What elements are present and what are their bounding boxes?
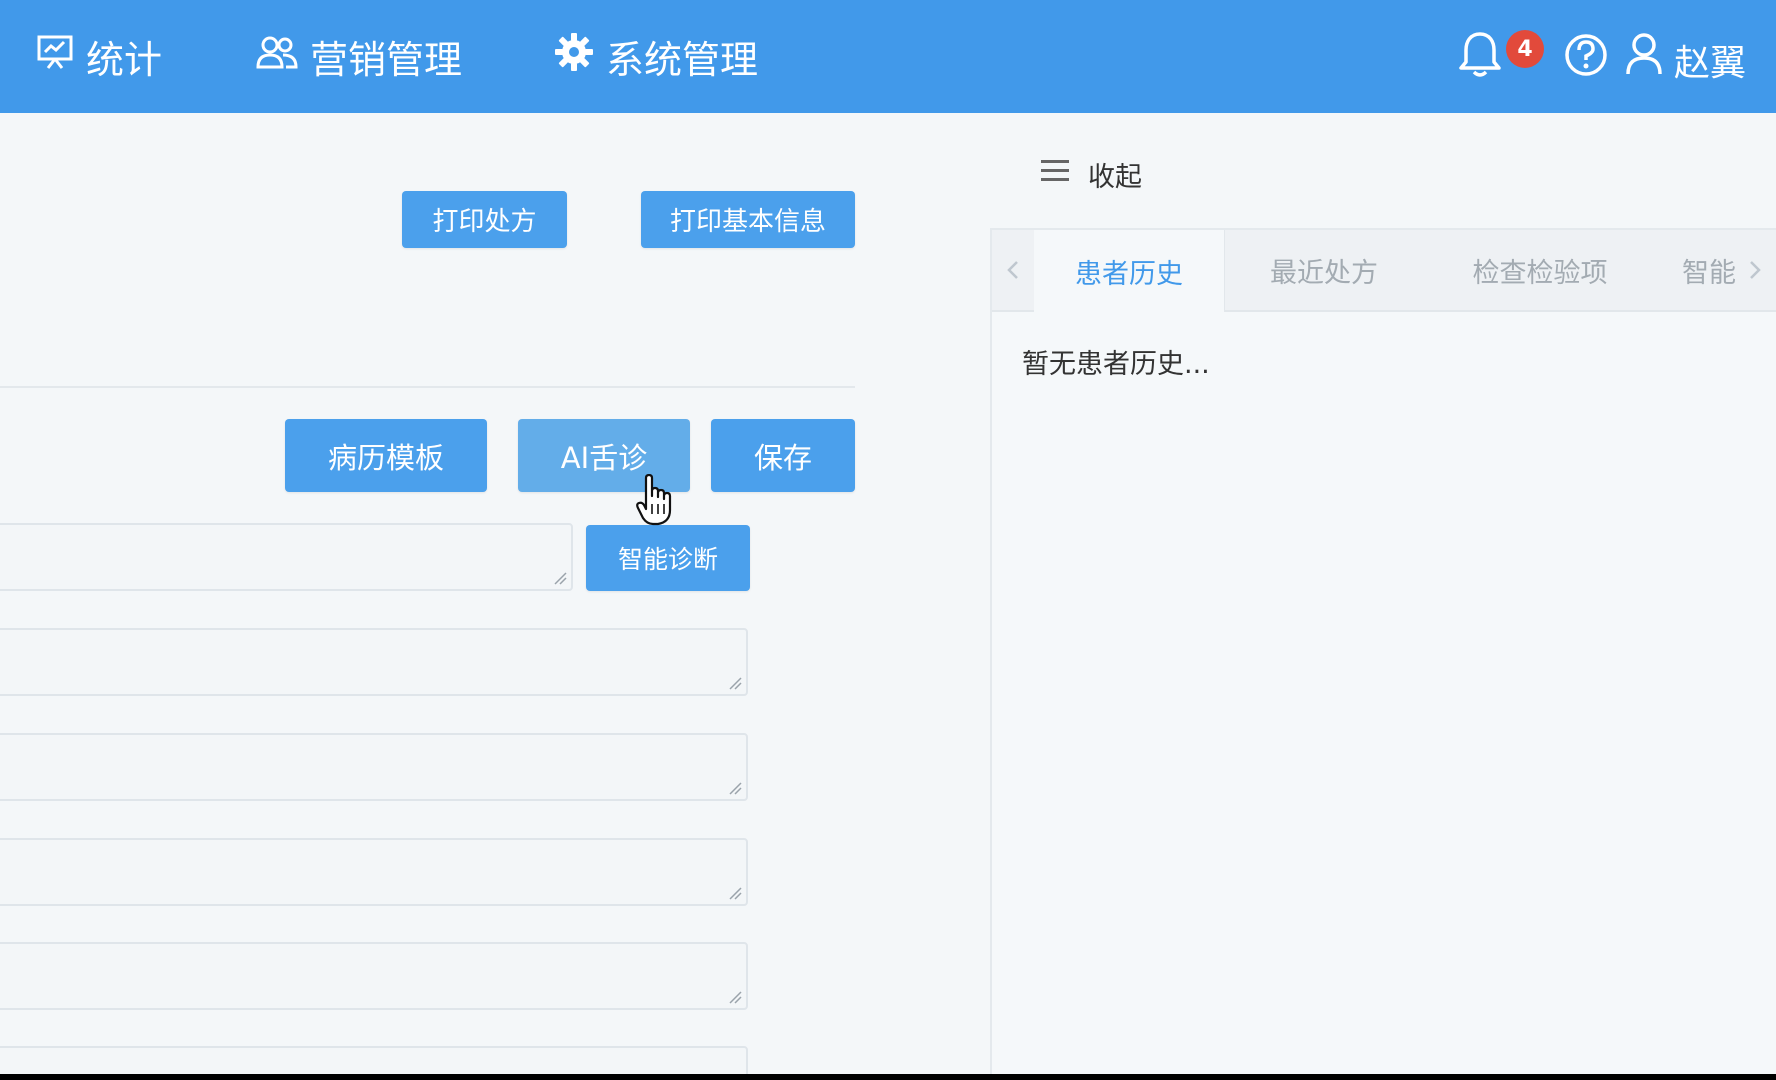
diagnosis-textarea[interactable]	[0, 523, 573, 591]
ai-tongue-diagnosis-button[interactable]: AI舌诊	[518, 419, 690, 492]
resize-grip-icon[interactable]	[553, 571, 567, 585]
notification-badge: 4	[1506, 30, 1544, 68]
top-navigation-bar: 统计 营销管理 系统管理 4 赵翼	[0, 0, 1776, 113]
empty-state-text: 暂无患者历史...	[1022, 349, 1210, 380]
nav-item-marketing[interactable]: 营销管理	[256, 30, 462, 82]
gear-icon	[554, 32, 606, 81]
tab-smart[interactable]: 智能	[1656, 230, 1736, 310]
tab-patient-history[interactable]: 患者历史	[1034, 230, 1225, 312]
tab-recent-prescriptions[interactable]: 最近处方	[1224, 230, 1424, 310]
record-textarea[interactable]	[0, 942, 748, 1010]
smart-diagnosis-button[interactable]: 智能诊断	[586, 525, 750, 591]
user-icon[interactable]	[1624, 30, 1664, 82]
collapse-label: 收起	[1088, 162, 1142, 193]
nav-item-statistics[interactable]: 统计	[36, 30, 162, 82]
medical-record-template-button[interactable]: 病历模板	[285, 419, 487, 492]
record-textarea[interactable]	[0, 733, 748, 801]
users-icon	[256, 33, 310, 80]
print-prescription-button[interactable]: 打印处方	[402, 191, 567, 248]
user-name[interactable]: 赵翼	[1674, 34, 1746, 86]
nav-item-system-management[interactable]: 系统管理	[554, 30, 758, 82]
app-window: 统计 营销管理 系统管理 4 赵翼 打印处方 打印基本信息 病历模板 AI舌诊 …	[0, 0, 1776, 1074]
patient-info-panel: 患者历史 最近处方 检查检验项 智能 暂无患者历史...	[990, 228, 1776, 1074]
nav-item-label: 统计	[86, 37, 163, 82]
presentation-board-icon	[36, 33, 86, 80]
record-textarea[interactable]	[0, 1046, 748, 1074]
tab-bar: 患者历史 最近处方 检查检验项 智能	[992, 230, 1776, 312]
resize-grip-icon[interactable]	[728, 781, 742, 795]
chevron-right-icon[interactable]	[1734, 230, 1776, 310]
resize-grip-icon[interactable]	[728, 990, 742, 1004]
record-textarea[interactable]	[0, 838, 748, 906]
save-button[interactable]: 保存	[711, 419, 855, 492]
nav-item-label: 系统管理	[606, 37, 759, 82]
nav-item-label: 营销管理	[310, 37, 463, 82]
menu-lines-icon	[1040, 158, 1088, 191]
section-divider	[0, 386, 855, 388]
resize-grip-icon[interactable]	[728, 676, 742, 690]
help-icon[interactable]	[1563, 30, 1609, 80]
bell-icon[interactable]	[1458, 30, 1502, 84]
record-textarea[interactable]	[0, 628, 748, 696]
collapse-panel-toggle[interactable]: 收起	[1040, 155, 1142, 194]
tab-examination-items[interactable]: 检查检验项	[1424, 230, 1656, 310]
resize-grip-icon[interactable]	[728, 886, 742, 900]
chevron-left-icon[interactable]	[992, 230, 1035, 310]
print-basic-info-button[interactable]: 打印基本信息	[641, 191, 855, 248]
